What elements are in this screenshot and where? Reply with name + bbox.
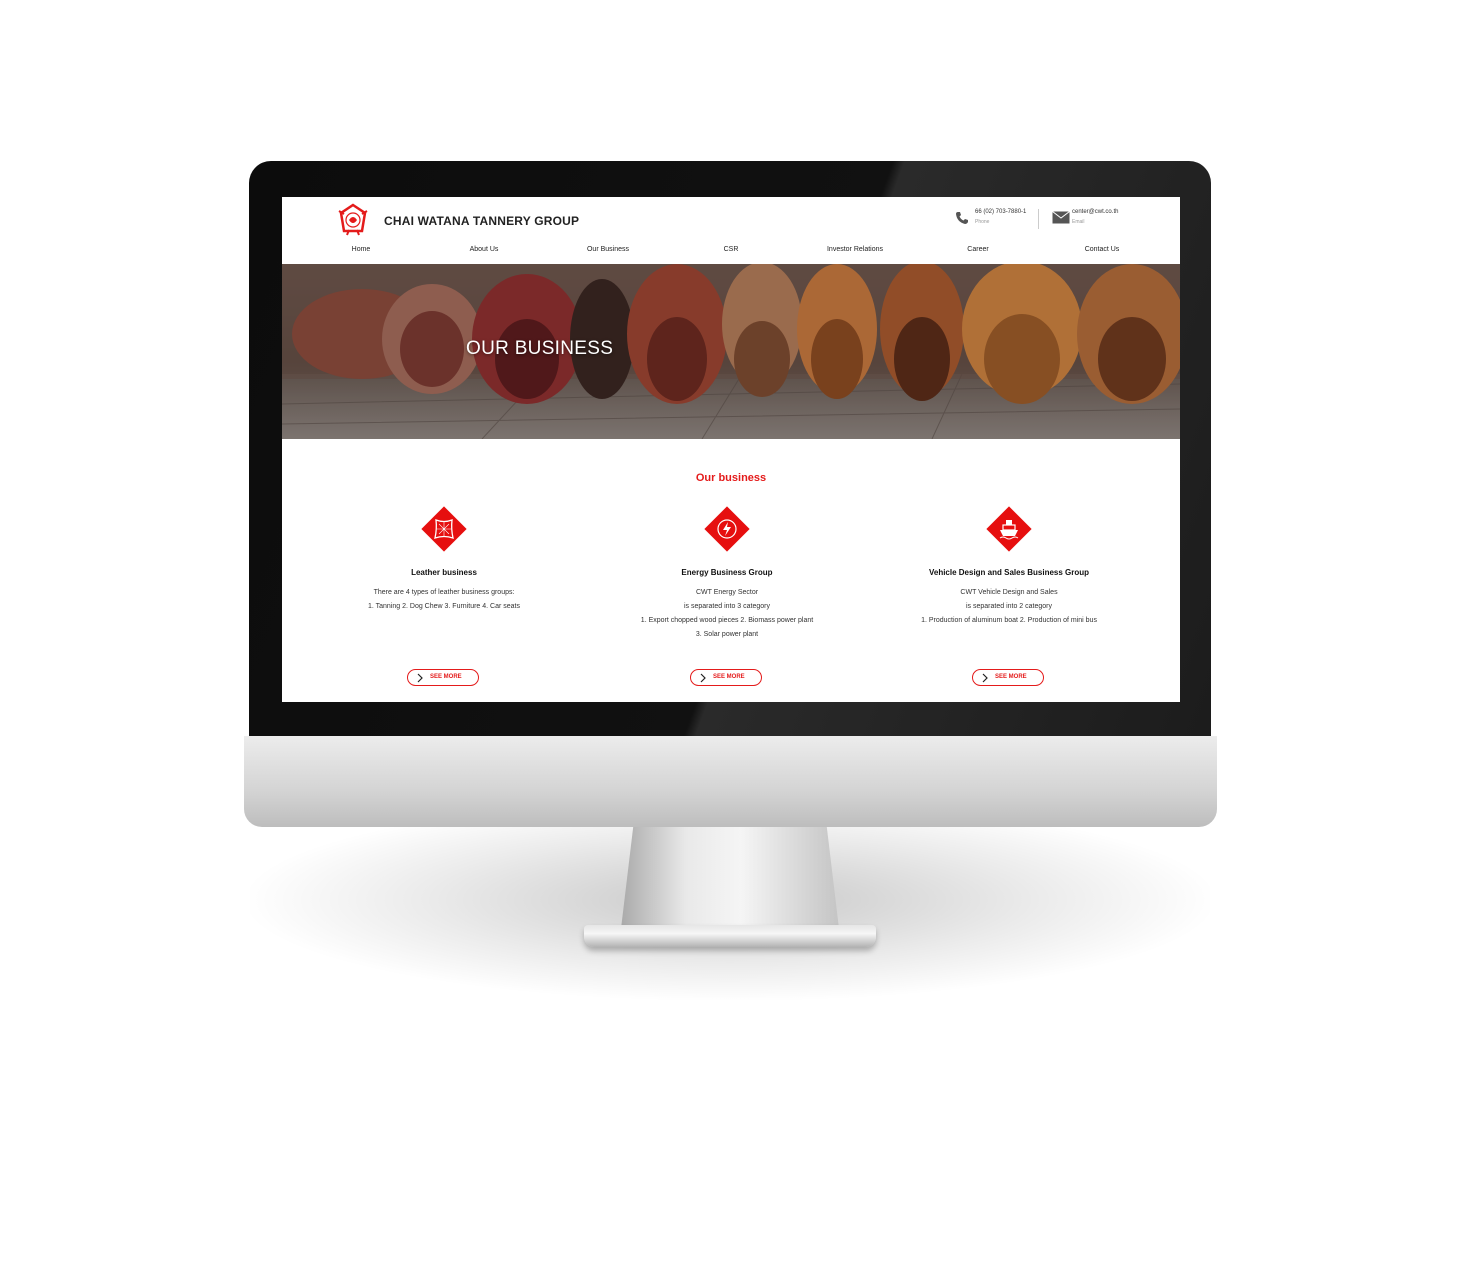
brand-name[interactable]: CHAI WATANA TANNERY GROUP	[384, 214, 579, 228]
nav-item-our-business[interactable]: Our Business	[587, 246, 629, 253]
site-header: CHAI WATANA TANNERY GROUP 66 (02) 703-78…	[282, 197, 1180, 264]
section-title: Our business	[695, 472, 767, 484]
see-more-label: SEE MORE	[430, 674, 462, 680]
energy-bolt-icon	[717, 519, 737, 539]
card-description-line: is separated into 3 category	[684, 603, 770, 610]
card-description-line: CWT Energy Sector	[695, 589, 759, 596]
main-nav: Home About Us Our Business CSR Investor …	[282, 246, 1180, 260]
card-title: Energy Business Group	[681, 568, 773, 577]
card-description-line: is separated into 2 category	[966, 603, 1052, 610]
see-more-label: SEE MORE	[713, 674, 745, 680]
monitor-stand-neck	[620, 827, 840, 937]
see-more-button-leather[interactable]: SEE MORE	[407, 669, 479, 686]
leather-rolls-image	[282, 264, 1180, 439]
nav-item-career[interactable]: Career	[967, 246, 988, 253]
contact-phone[interactable]: 66 (02) 703-7880-1 Phone	[955, 209, 1035, 231]
card-description-line: 3. Solar power plant	[695, 631, 759, 638]
website-screen: CHAI WATANA TANNERY GROUP 66 (02) 703-78…	[282, 197, 1180, 702]
nav-item-about-us[interactable]: About Us	[470, 246, 499, 253]
hero-banner: OUR BUSINESS	[282, 264, 1180, 439]
email-value: center@cwt.co.th	[1072, 209, 1119, 215]
phone-label: Phone	[975, 219, 990, 225]
nav-item-investor-relations[interactable]: Investor Relations	[827, 246, 883, 253]
monitor-chin	[244, 736, 1217, 827]
see-more-button-energy[interactable]: SEE MORE	[690, 669, 762, 686]
card-description: CWT Energy Sector is separated into 3 ca…	[587, 586, 867, 642]
see-more-button-vehicle[interactable]: SEE MORE	[972, 669, 1044, 686]
card-description-line: 1. Tanning 2. Dog Chew 3. Furniture 4. C…	[367, 603, 520, 610]
contact-email[interactable]: center@cwt.co.th Email	[1052, 209, 1132, 231]
chevron-right-icon	[417, 673, 423, 683]
nav-item-home[interactable]: Home	[352, 246, 371, 253]
card-title: Vehicle Design and Sales Business Group	[928, 568, 1090, 577]
monitor-stand-foot	[584, 925, 876, 947]
phone-icon	[956, 212, 968, 224]
see-more-label: SEE MORE	[995, 674, 1027, 680]
card-description-line: CWT Vehicle Design and Sales	[960, 589, 1058, 596]
cwt-logo-icon[interactable]	[338, 203, 368, 237]
business-card-vehicle: Vehicle Design and Sales Business Group …	[869, 506, 1149, 697]
card-description-line: There are 4 types of leather business gr…	[373, 589, 515, 596]
hero-title: OUR BUSINESS	[466, 338, 614, 359]
mail-icon	[1052, 211, 1070, 224]
chevron-right-icon	[700, 673, 706, 683]
contact-divider	[1038, 209, 1039, 229]
card-description: There are 4 types of leather business gr…	[304, 586, 584, 614]
card-title: Leather business	[411, 568, 477, 577]
phone-value: 66 (02) 703-7880-1	[975, 209, 1027, 215]
business-card-leather: Leather business There are 4 types of le…	[304, 506, 584, 697]
card-description-line: 1. Export chopped wood pieces 2. Biomass…	[640, 617, 814, 624]
card-description-line: 1. Production of aluminum boat 2. Produc…	[921, 617, 1097, 624]
nav-item-csr[interactable]: CSR	[724, 246, 739, 253]
boat-icon	[999, 520, 1019, 540]
business-card-energy: Energy Business Group CWT Energy Sector …	[587, 506, 867, 697]
leather-hide-icon	[434, 519, 454, 539]
card-description: CWT Vehicle Design and Sales is separate…	[869, 586, 1149, 628]
nav-item-contact-us[interactable]: Contact Us	[1085, 246, 1120, 253]
email-label: Email	[1072, 219, 1085, 225]
chevron-right-icon	[982, 673, 988, 683]
